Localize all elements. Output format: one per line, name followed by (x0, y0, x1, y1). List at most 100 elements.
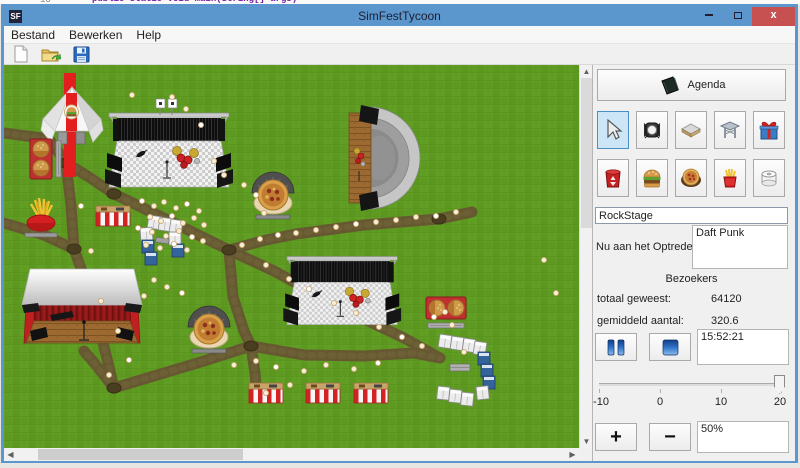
zoom-level-box[interactable]: 50% (697, 421, 789, 453)
toolbar (4, 44, 795, 64)
slider-tick (660, 389, 661, 393)
visitor-dot (151, 203, 156, 208)
pause-icon (607, 339, 625, 356)
vertical-scrollbar[interactable]: ▲ ▼ (579, 65, 592, 448)
zoom-out-button[interactable]: − (649, 423, 691, 451)
speed-slider-thumb[interactable] (774, 375, 785, 394)
tool-pizza-button[interactable] (675, 159, 707, 197)
main-stage-2[interactable] (283, 257, 401, 326)
agenda-button[interactable]: Agenda (597, 69, 786, 101)
barn-stage[interactable] (22, 269, 142, 343)
visitor-dot (141, 293, 146, 298)
visitor-dot (431, 314, 436, 319)
vertical-scroll-thumb[interactable] (581, 78, 592, 228)
striped-stand-4[interactable] (354, 383, 388, 403)
visitor-dot (239, 242, 244, 247)
agenda-book-icon (658, 75, 680, 95)
burger-icon (640, 166, 664, 190)
tool-gift-button[interactable] (753, 111, 785, 149)
save-icon (73, 46, 90, 63)
visitor-dot (173, 205, 178, 210)
slider-label-max: 20 (774, 396, 786, 408)
visitor-dot (180, 220, 185, 225)
visitor-dot (449, 322, 454, 327)
tool-trash-button[interactable] (597, 159, 629, 197)
menu-bestand[interactable]: Bestand (11, 28, 55, 42)
zoom-level-value: 50% (701, 423, 723, 435)
striped-stand-1[interactable] (96, 206, 130, 226)
clock-display: 15:52:21 (697, 329, 789, 365)
now-performing-value: Daft Punk (696, 227, 744, 239)
stop-button[interactable] (649, 333, 691, 361)
tool-fries-button[interactable] (714, 159, 746, 197)
scroll-right-icon[interactable]: ▶ (566, 448, 579, 461)
visitor-dot (399, 334, 404, 339)
menu-help[interactable]: Help (136, 28, 161, 42)
horizontal-scroll-thumb[interactable] (38, 449, 243, 460)
visitor-dot (263, 390, 268, 395)
gift-icon (757, 118, 781, 142)
visitor-dot (376, 324, 381, 329)
visitor-dot (373, 219, 378, 224)
save-button[interactable] (70, 45, 92, 63)
visitor-dot (313, 227, 318, 232)
striped-stand-3[interactable] (306, 383, 340, 403)
path-junction (107, 189, 121, 199)
minus-icon: − (664, 426, 676, 449)
menu-bewerken[interactable]: Bewerken (69, 28, 122, 42)
visitor-dot (196, 208, 201, 213)
visitor-dot (189, 234, 194, 239)
zoom-in-button[interactable]: + (595, 423, 637, 451)
visitor-dot (171, 241, 176, 246)
visitor-dot (433, 213, 438, 218)
visitor-dot (306, 286, 311, 291)
fries-icon (718, 166, 742, 190)
visitor-dot (151, 277, 156, 282)
visitor-dot (78, 203, 83, 208)
tool-select-button[interactable] (597, 111, 629, 149)
visitor-dot (98, 298, 103, 303)
tool-burger-button[interactable] (636, 159, 668, 197)
tool-truss-button[interactable] (714, 111, 746, 149)
open-file-button[interactable] (40, 45, 62, 63)
visitor-dot (413, 214, 418, 219)
visitor-dot (164, 284, 169, 289)
now-performing-box[interactable]: Daft Punk (692, 225, 788, 269)
burger-stand-1[interactable] (30, 139, 61, 179)
tool-toilet-button[interactable] (753, 159, 785, 197)
visitor-dot (286, 276, 291, 281)
visitor-dot (541, 257, 546, 262)
visitor-dot (157, 245, 162, 250)
tool-stage-platform-button[interactable] (675, 111, 707, 149)
pause-button[interactable] (595, 333, 637, 361)
window-title: SimFestTycoon (4, 9, 795, 23)
visitor-dot (375, 360, 380, 365)
new-file-button[interactable] (10, 45, 32, 63)
festival-map-canvas[interactable] (4, 65, 579, 448)
visitor-dot (263, 262, 268, 267)
visitor-dot (135, 225, 140, 230)
maximize-button[interactable] (723, 7, 752, 26)
trash-can-icon (601, 166, 625, 190)
visitor-dot (333, 224, 338, 229)
visitor-dot (211, 158, 216, 163)
speed-slider-track[interactable] (599, 383, 783, 386)
titlebar[interactable]: SF SimFestTycoon x (4, 7, 795, 26)
visitor-dot (231, 362, 236, 367)
scroll-left-icon[interactable]: ◀ (4, 448, 17, 461)
visitor-dot (163, 233, 168, 238)
visitor-dot (353, 221, 358, 226)
slider-label-10: 10 (715, 396, 727, 408)
clock-value: 15:52:21 (701, 331, 744, 343)
visitor-dot (183, 106, 188, 111)
visitor-dot (393, 217, 398, 222)
minimize-button[interactable] (694, 7, 723, 26)
close-button[interactable]: x (752, 7, 795, 26)
agenda-label: Agenda (688, 79, 726, 91)
visitor-dot (323, 362, 328, 367)
horizontal-scrollbar[interactable]: ◀ ▶ (4, 448, 579, 461)
stage-name-input[interactable] (595, 207, 788, 224)
visitor-dot (201, 222, 206, 227)
tool-spotlight-button[interactable] (636, 111, 668, 149)
visitor-dot (169, 94, 174, 99)
